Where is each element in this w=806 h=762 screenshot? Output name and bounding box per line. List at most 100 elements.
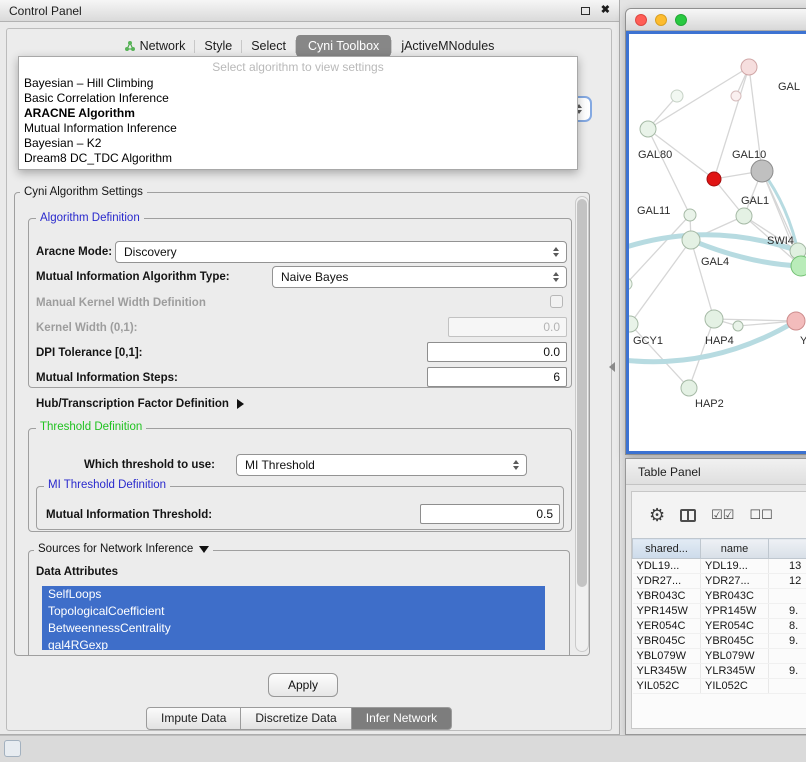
popup-item[interactable]: Dream8 DC_TDC Algorithm [19, 151, 577, 166]
which-threshold-select[interactable]: MI Threshold [236, 454, 527, 476]
deselect-all-columns-icon[interactable]: ☐☐ [749, 507, 772, 523]
show-columns-icon[interactable] [680, 509, 696, 522]
network-edge[interactable] [629, 215, 690, 284]
table-row[interactable]: YBL079WYBL079W [633, 649, 806, 664]
dpi-tolerance-field[interactable]: 0.0 [427, 342, 567, 362]
table-cell[interactable]: YDL19... [701, 559, 769, 574]
network-node[interactable] [733, 321, 743, 331]
table-cell[interactable]: YDR27... [633, 574, 701, 589]
network-node[interactable] [629, 278, 632, 290]
tab-network[interactable]: Network [115, 35, 195, 57]
table-cell[interactable]: YPR145W [701, 604, 769, 619]
tab-infer-network[interactable]: Infer Network [351, 707, 452, 730]
taskbar-window-icon[interactable] [4, 740, 21, 757]
network-edge[interactable] [691, 240, 714, 319]
table-cell[interactable]: YER054C [701, 619, 769, 634]
panel-splitter-collapse-icon[interactable] [609, 362, 615, 372]
network-node[interactable] [681, 380, 697, 396]
tab-discretize-data[interactable]: Discretize Data [240, 707, 351, 730]
popup-item[interactable]: Bayesian – K2 [19, 136, 577, 151]
popup-item[interactable]: Basic Correlation Inference [19, 91, 577, 106]
network-node[interactable] [791, 256, 806, 276]
settings-scrollbar-thumb[interactable] [577, 199, 587, 587]
table-cell[interactable]: YIL052C [633, 679, 701, 694]
table-cell[interactable]: YBR043C [633, 589, 701, 604]
tab-cyni-toolbox[interactable]: Cyni Toolbox [296, 35, 391, 57]
table-row[interactable]: YLR345WYLR345W9. [633, 664, 806, 679]
table-row[interactable]: YPR145WYPR145W9. [633, 604, 806, 619]
apply-button[interactable]: Apply [268, 673, 338, 697]
attribute-item-selected[interactable]: gal4RGexp [42, 637, 545, 650]
table-row[interactable]: YIL052CYIL052C [633, 679, 806, 694]
attribute-item-selected[interactable]: BetweennessCentrality [42, 620, 545, 637]
mi-threshold-field[interactable]: 0.5 [420, 504, 560, 524]
network-edge[interactable] [630, 240, 691, 324]
table-cell[interactable]: YBL079W [701, 649, 769, 664]
column-header-extra[interactable] [769, 539, 806, 559]
table-cell[interactable]: YBR045C [701, 634, 769, 649]
network-edge[interactable] [648, 129, 690, 215]
column-header-name[interactable]: name [701, 539, 769, 559]
tab-impute-data[interactable]: Impute Data [146, 707, 241, 730]
table-row[interactable]: YBR043CYBR043C [633, 589, 806, 604]
table-cell[interactable]: YLR345W [633, 664, 701, 679]
table-cell[interactable]: 9. [769, 634, 806, 649]
network-node[interactable] [629, 316, 638, 332]
network-node[interactable] [684, 209, 696, 221]
table-cell[interactable] [769, 589, 806, 604]
table-cell[interactable]: 8. [769, 619, 806, 634]
network-node[interactable] [751, 160, 773, 182]
table-settings-gear-icon[interactable]: ⚙ [649, 506, 665, 524]
column-header-shared-name[interactable]: shared... [633, 539, 701, 559]
table-cell[interactable]: YER054C [633, 619, 701, 634]
network-node[interactable] [736, 208, 752, 224]
table-cell[interactable]: YPR145W [633, 604, 701, 619]
table-row[interactable]: YBR045CYBR045C9. [633, 634, 806, 649]
mi-type-select[interactable]: Naive Bayes [272, 266, 567, 288]
network-node[interactable] [707, 172, 721, 186]
table-cell[interactable]: YBR045C [633, 634, 701, 649]
popup-item[interactable]: Bayesian – Hill Climbing [19, 76, 577, 91]
close-traffic-light[interactable] [635, 14, 647, 26]
aracne-mode-select[interactable]: Discovery [115, 241, 567, 263]
hub-definition-expander[interactable]: Hub/Transcription Factor Definition [36, 398, 244, 410]
table-cell[interactable] [769, 649, 806, 664]
network-node[interactable] [741, 59, 757, 75]
network-node[interactable] [671, 90, 683, 102]
table-row[interactable]: YER054CYER054C8. [633, 619, 806, 634]
table-row[interactable]: YDR27...YDR27...12 [633, 574, 806, 589]
minimize-traffic-light[interactable] [655, 14, 667, 26]
tab-jactivemnodules[interactable]: jActiveMNodules [392, 35, 503, 57]
tab-select[interactable]: Select [242, 35, 295, 57]
tab-style[interactable]: Style [195, 35, 241, 57]
table-cell[interactable]: YBL079W [633, 649, 701, 664]
network-node[interactable] [682, 231, 700, 249]
network-node[interactable] [731, 91, 741, 101]
kernel-width-field[interactable]: 0.0 [448, 317, 567, 337]
network-edge[interactable] [714, 67, 749, 179]
popup-item-selected[interactable]: ARACNE Algorithm [19, 106, 577, 121]
network-edge[interactable] [630, 324, 689, 388]
table-cell[interactable]: YBR043C [701, 589, 769, 604]
zoom-traffic-light[interactable] [675, 14, 687, 26]
table-row[interactable]: YDL19...YDL19...13 [633, 559, 806, 574]
table-cell[interactable]: 12 [769, 574, 806, 589]
table-cell[interactable]: 13 [769, 559, 806, 574]
table-cell[interactable]: YDR27... [701, 574, 769, 589]
sources-expander[interactable]: Sources for Network Inference [34, 543, 213, 555]
network-node[interactable] [640, 121, 656, 137]
table-cell[interactable]: YDL19... [633, 559, 701, 574]
network-edge[interactable] [714, 319, 796, 321]
settings-scrollbar[interactable] [575, 196, 589, 652]
table-cell[interactable]: 9. [769, 664, 806, 679]
close-window-icon[interactable]: ✖ [601, 5, 610, 16]
network-node[interactable] [787, 312, 805, 330]
mi-steps-field[interactable]: 6 [427, 367, 567, 387]
select-all-columns-icon[interactable]: ☑☑ [711, 507, 734, 523]
table-cell[interactable] [769, 679, 806, 694]
table-cell[interactable]: YIL052C [701, 679, 769, 694]
attribute-item-selected[interactable]: SelfLoops [42, 586, 545, 603]
manual-kernel-checkbox[interactable] [550, 295, 563, 308]
network-canvas[interactable]: GALGAL80GAL10GAL11GAL1SWI4GAL4GCY1HAP4HA… [629, 34, 806, 451]
float-window-icon[interactable] [581, 7, 590, 15]
